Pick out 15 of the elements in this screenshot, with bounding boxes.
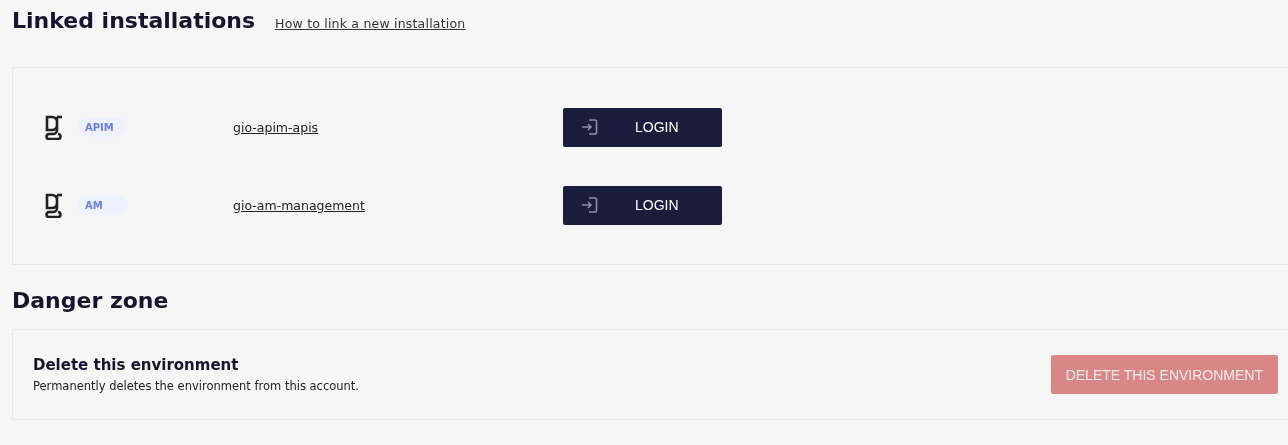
product-badge: APIM	[78, 117, 128, 137]
help-link[interactable]: How to link a new installation	[275, 16, 466, 31]
item-description: Permanently deletes the environment from this account.	[33, 379, 360, 393]
item-title: Delete this environment	[33, 356, 240, 374]
logo-icon	[44, 114, 64, 140]
login-icon	[581, 117, 599, 137]
login-icon	[581, 195, 599, 215]
logo-icon	[44, 192, 64, 218]
installation-link[interactable]: gio-am-management	[233, 197, 563, 213]
product-badge: AM	[78, 195, 128, 215]
installation-link[interactable]: gio-apim-apis	[233, 119, 563, 135]
section-title: Linked installations	[12, 8, 256, 33]
section-title: Danger zone	[12, 288, 170, 313]
login-button[interactable]: LOGIN	[563, 185, 722, 225]
login-button[interactable]: LOGIN	[563, 107, 722, 147]
